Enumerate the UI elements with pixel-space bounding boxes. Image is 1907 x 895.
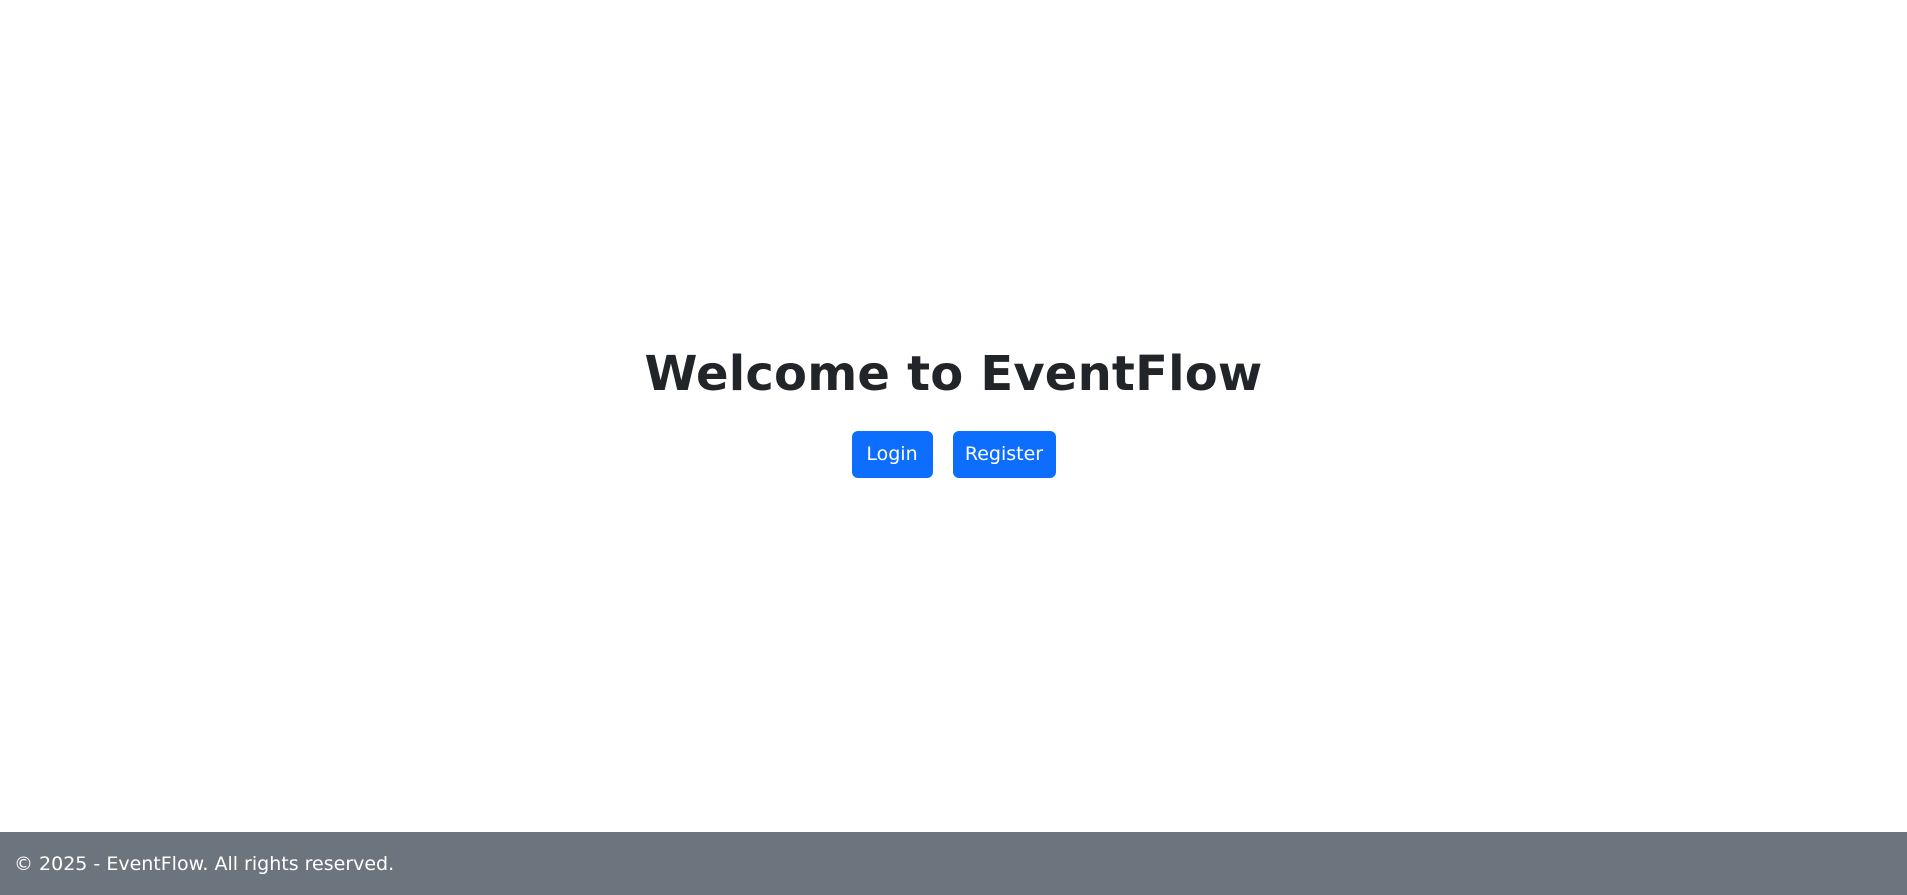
- footer-copyright: © 2025 - EventFlow. All rights reserved.: [14, 852, 395, 875]
- hero-section: Welcome to EventFlow Login Register: [0, 338, 1907, 478]
- page-title: Welcome to EventFlow: [644, 346, 1263, 402]
- register-button[interactable]: Register: [952, 431, 1056, 478]
- footer: © 2025 - EventFlow. All rights reserved.: [0, 832, 1907, 895]
- page: Welcome to EventFlow Login Register © 20…: [0, 0, 1907, 895]
- auth-actions: Login Register: [0, 431, 1907, 478]
- login-button[interactable]: Login: [851, 431, 933, 478]
